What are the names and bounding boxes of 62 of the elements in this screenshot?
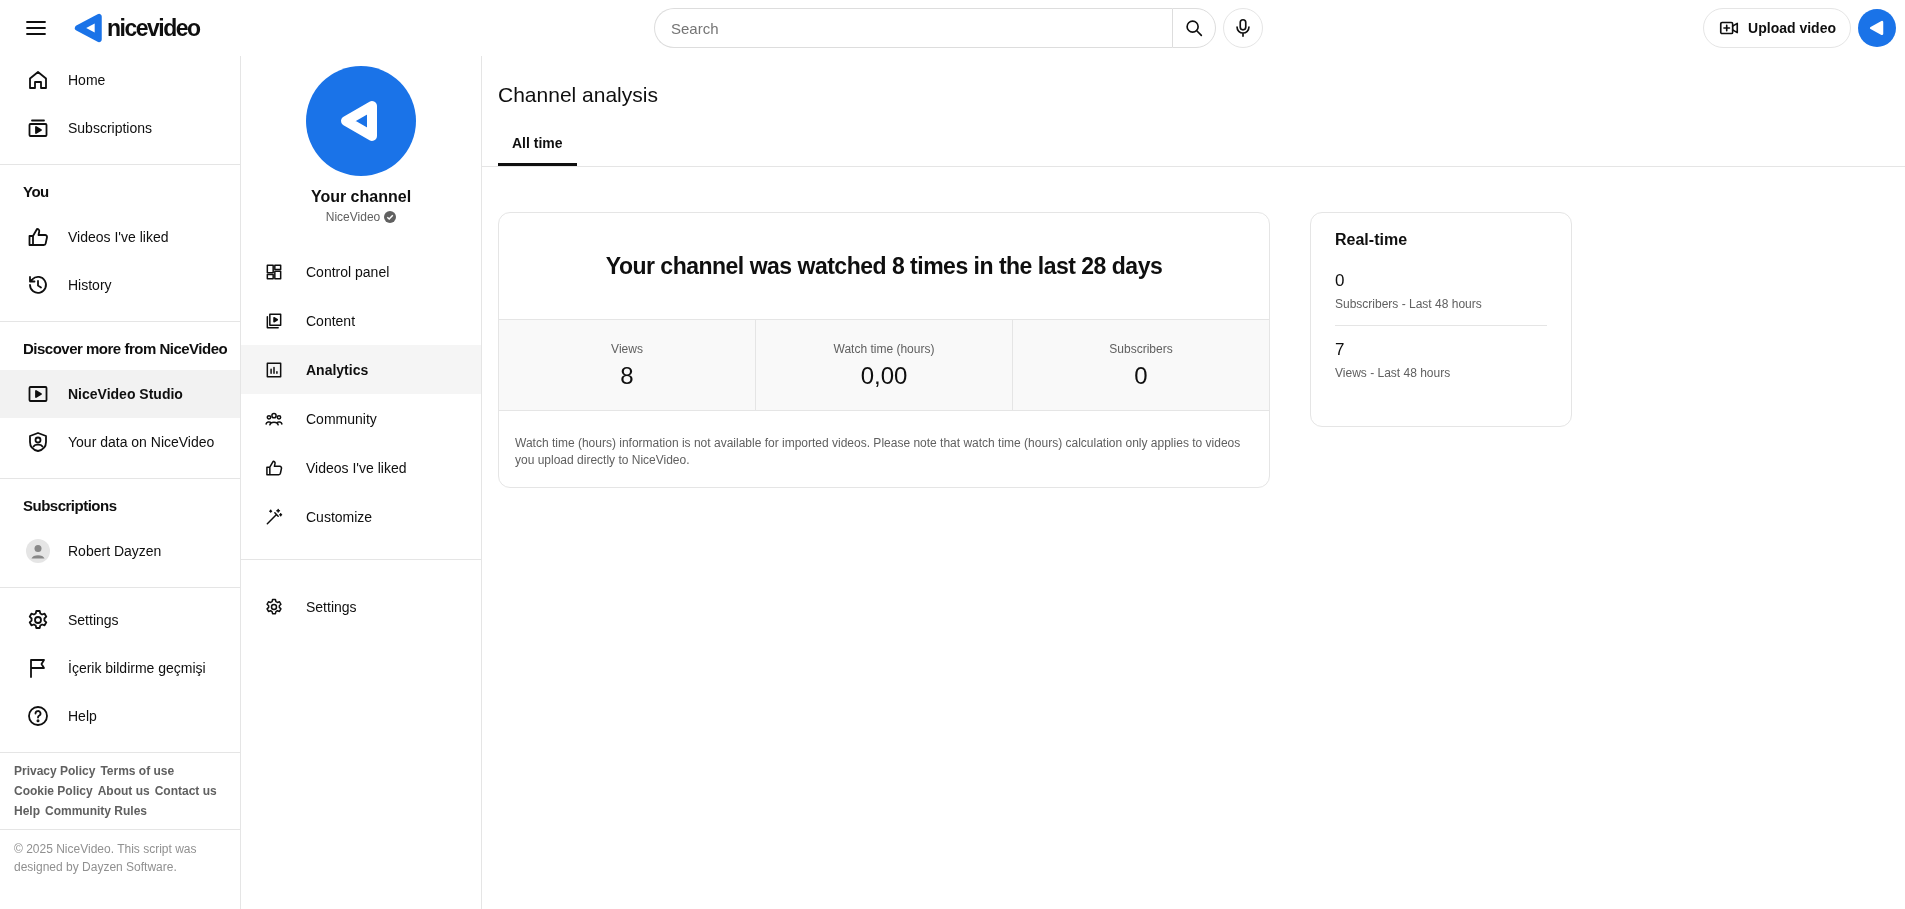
footer-link[interactable]: Help xyxy=(14,801,40,821)
settings-icon xyxy=(26,608,50,632)
channel-handle: NiceVideo xyxy=(325,210,381,224)
metric-value: 7 xyxy=(1335,340,1346,360)
channel-avatar[interactable] xyxy=(306,66,416,176)
footer-link[interactable]: Privacy Policy xyxy=(14,761,96,781)
footer-link[interactable]: Cookie Policy xyxy=(14,781,93,801)
stat-label: Views xyxy=(611,342,643,356)
tab[interactable]: All time xyxy=(498,125,577,166)
home-icon xyxy=(26,68,50,92)
stat-label: Watch time (hours) xyxy=(833,342,935,356)
info-note: Watch time (hours) information is not available for imported videos. Please note that watch time (hours) calculation only applies to videos you upload directly to NiceVideo. xyxy=(514,435,1242,469)
channel-name: Your channel xyxy=(310,188,412,206)
metric-value: 0 xyxy=(1335,271,1346,291)
sidebar-item[interactable]: Settings xyxy=(0,596,240,644)
settings-icon xyxy=(264,596,284,617)
help-icon xyxy=(26,704,50,728)
section-heading: Discover more from NiceVideo xyxy=(22,339,229,359)
footer-link[interactable]: Terms of use xyxy=(100,761,175,781)
studio-nav-item[interactable]: Customize xyxy=(241,492,481,541)
copyright-text: © 2025 NiceVideo. This script was designed by Dayzen Software. xyxy=(13,841,198,876)
sidebar-item[interactable]: Robert Dayzen xyxy=(0,527,240,575)
logo[interactable]: nicevideo xyxy=(72,11,200,45)
card-title: Real-time xyxy=(1335,231,1409,249)
search-icon xyxy=(1183,17,1205,39)
search-button[interactable] xyxy=(1172,8,1216,48)
stat-value: 0,00 xyxy=(860,362,908,390)
studio-nav-item[interactable]: Control panel xyxy=(241,247,481,296)
sidebar-item[interactable]: Home xyxy=(0,56,240,104)
studio-nav-item[interactable]: Settings xyxy=(241,582,481,631)
studio-nav-item[interactable]: Content xyxy=(241,296,481,345)
history-icon xyxy=(26,273,50,297)
studio-nav-item[interactable]: Analytics xyxy=(241,345,481,394)
sidebar-item[interactable]: NiceVideo Studio xyxy=(0,370,240,418)
voice-search-button[interactable] xyxy=(1223,8,1263,48)
stat-value: 0 xyxy=(1134,362,1148,390)
footer-link[interactable]: About us xyxy=(97,781,150,801)
stat-label: Subscribers xyxy=(1109,342,1173,356)
sidebar-item[interactable]: Your data on NiceVideo xyxy=(0,418,240,466)
sidebar-item[interactable]: Videos I've liked xyxy=(0,213,240,261)
summary-headline: Your channel was watched 8 times in the last 28 days xyxy=(604,251,1164,281)
studio-nav-item[interactable]: Community xyxy=(241,394,481,443)
sidebar-item[interactable]: Subscriptions xyxy=(0,104,240,152)
upload-video-button[interactable]: Upload video xyxy=(1703,8,1851,48)
sidebar-item[interactable]: İçerik bildirme geçmişi xyxy=(0,644,240,692)
section-heading: Subscriptions xyxy=(22,496,118,516)
sidebar-item[interactable]: History xyxy=(0,261,240,309)
thumbs-up-icon xyxy=(26,225,50,249)
magic-wand-icon xyxy=(264,506,284,527)
stat-value: 8 xyxy=(620,362,634,390)
footer-link[interactable]: Contact us xyxy=(154,781,217,801)
avatar-icon xyxy=(26,539,50,563)
sidebar-item[interactable]: Help xyxy=(0,692,240,740)
search-field[interactable]: Search xyxy=(654,8,1172,48)
metric-label: Subscribers - Last 48 hours xyxy=(1335,297,1483,311)
footer-link[interactable]: Community Rules xyxy=(45,801,148,821)
account-avatar[interactable] xyxy=(1858,9,1896,47)
metric-label: Views - Last 48 hours xyxy=(1335,366,1452,380)
shield-person-icon xyxy=(26,430,50,454)
studio-nav-item[interactable]: Videos I've liked xyxy=(241,443,481,492)
page-title: Channel analysis xyxy=(497,82,659,108)
section-heading: You xyxy=(22,182,50,202)
